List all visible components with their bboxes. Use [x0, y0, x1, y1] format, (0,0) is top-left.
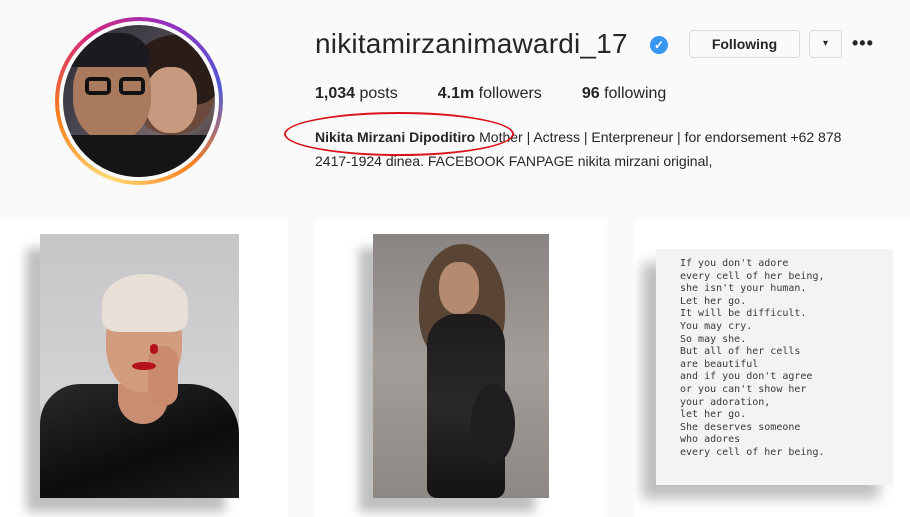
followers-label: followers: [478, 85, 542, 102]
post-photo-portrait: [40, 234, 239, 498]
posts-label: posts: [359, 85, 398, 102]
avatar[interactable]: [63, 25, 215, 177]
annotation-ellipse: [284, 112, 514, 156]
username: nikitamirzanimawardi_17: [315, 28, 628, 59]
photo-hand: [148, 346, 178, 406]
following-label: following: [604, 85, 667, 102]
avatar-gap: [59, 21, 219, 181]
photo-hip: [471, 384, 515, 464]
avatar-hat: [67, 33, 151, 67]
avatar-face-woman: [145, 67, 197, 133]
posts-stat: 1,034 posts: [315, 85, 398, 103]
followers-count: 4.1m: [437, 85, 475, 102]
following-stat[interactable]: 96 following: [582, 85, 667, 103]
more-options-icon[interactable]: •••: [852, 34, 874, 52]
posts-count: 1,034: [315, 85, 356, 102]
photo-face: [439, 262, 479, 314]
post-photo-full-body: [373, 234, 549, 498]
profile-avatar-ring[interactable]: [55, 17, 223, 185]
chevron-down-icon[interactable]: ▾: [809, 30, 842, 58]
post-tile[interactable]: If you don't adore every cell of her bei…: [634, 219, 910, 517]
post-tile[interactable]: [0, 219, 288, 517]
post-tile[interactable]: [314, 219, 607, 517]
following-count: 96: [581, 85, 600, 102]
followers-stat[interactable]: 4.1m followers: [438, 85, 542, 103]
verified-badge-icon: ✓: [650, 36, 668, 54]
photo-lips: [132, 362, 156, 370]
poem-text: If you don't adore every cell of her bei…: [680, 258, 825, 458]
avatar-shirt: [63, 135, 215, 177]
following-button[interactable]: Following: [689, 30, 800, 58]
profile-stats: 1,034 posts 4.1m followers 96 following: [315, 85, 706, 103]
avatar-glasses: [85, 77, 147, 95]
post-photo-poem: If you don't adore every cell of her bei…: [656, 249, 893, 485]
photo-nails: [150, 344, 158, 354]
photo-hair: [102, 274, 188, 332]
bio-description: Mother | Actress | Enterpreneur | for en…: [475, 129, 842, 145]
